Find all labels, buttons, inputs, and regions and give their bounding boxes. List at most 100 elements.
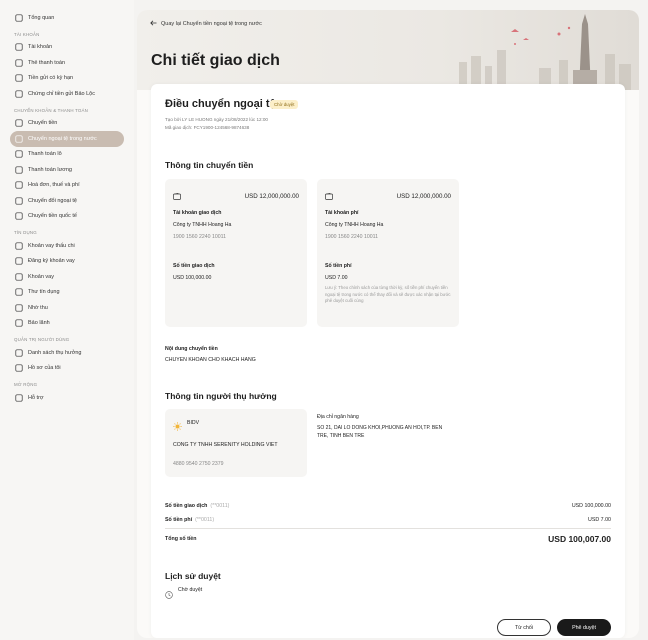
sidebar-item-label: Chuyển tiền xyxy=(28,120,58,127)
transfer-icon xyxy=(14,119,23,128)
wallet-icon xyxy=(325,187,333,205)
fee-amount: USD 7.00 xyxy=(325,275,348,281)
sidebar: Tổng quan TÀI KHOẢN Tài khoản Thẻ thanh toá… xyxy=(0,0,134,640)
sidebar-item[interactable]: Thanh toán lô xyxy=(12,147,128,163)
beneficiary-account-number: 4880 9540 2750 2379 xyxy=(173,461,224,467)
bank-address: SO 21, DAI LO DONG KHOI,PHUONG AN HOI,TP… xyxy=(317,425,443,439)
sidebar-section-heading: TÀI KHOẢN xyxy=(14,31,40,37)
beneficiary-heading: Thông tin người thụ hưởng xyxy=(165,391,277,401)
source-balance: USD 12,000,000.00 xyxy=(244,192,299,200)
sidebar-item-label: Nhờ thu xyxy=(28,304,48,311)
fee-amount-label: Số tiền phí xyxy=(325,263,352,269)
sidebar-item[interactable]: Thanh toán lương xyxy=(12,162,128,178)
summary-total-value: USD 100,007.00 xyxy=(548,534,611,544)
sidebar-item[interactable]: Hoá đơn, thuế và phí xyxy=(12,178,128,194)
sidebar-item[interactable]: Tài khoản xyxy=(12,40,128,56)
sidebar-item[interactable]: Bảo lãnh xyxy=(12,316,128,332)
sidebar-item[interactable]: Chứng chỉ tiền gửi Bảo Lộc xyxy=(12,86,128,102)
fee-account-label: Tài khoản phí xyxy=(325,210,359,216)
batch-icon xyxy=(14,150,23,159)
transfer-content-label: Nội dung chuyển tiền xyxy=(165,346,218,352)
sidebar-item[interactable]: Đăng ký khoản vay xyxy=(12,254,128,270)
sidebar-item[interactable]: Nhờ thu xyxy=(12,300,128,316)
beneficiary-icon xyxy=(14,348,23,357)
history-heading: Lịch sử duyệt xyxy=(165,571,221,581)
clock-icon xyxy=(165,586,173,604)
fee-account-number: 1900 1560 2240 10011 xyxy=(325,234,378,240)
sidebar-item[interactable]: Chuyển tiền xyxy=(12,116,128,132)
tx-amount-label: Số tiền giao dịch xyxy=(173,263,215,269)
summary-fee-label: Số tiền phí xyxy=(165,517,193,523)
summary-total-row: Tổng số tiền USD 100,007.00 xyxy=(165,534,611,544)
loan-icon xyxy=(14,272,23,281)
sidebar-item[interactable]: Chuyển tiền quốc tế xyxy=(12,209,128,225)
sidebar-item-label: Chuyển tiền quốc tế xyxy=(28,213,77,220)
sidebar-item-label: Chứng chỉ tiền gửi Bảo Lộc xyxy=(28,90,95,97)
deposit-icon xyxy=(14,74,23,83)
sidebar-item-label: Chuyển đổi ngoại tệ xyxy=(28,197,77,204)
sidebar-item[interactable]: Hồ sơ của tôi xyxy=(12,361,128,377)
bill-icon xyxy=(14,181,23,190)
arrow-left-icon xyxy=(150,20,157,28)
sidebar-item-label: Tổng quan xyxy=(28,14,55,21)
back-link[interactable]: Quay lại Chuyển tiền ngoại tệ trong nước xyxy=(150,20,262,28)
wallet-icon xyxy=(173,187,181,205)
summary-tx-label: Số tiền giao dịch xyxy=(165,503,208,509)
summary-divider xyxy=(165,528,611,529)
transfer-info-heading: Thông tin chuyển tiền xyxy=(165,160,254,170)
sidebar-item[interactable]: Chuyển đổi ngoại tệ xyxy=(12,193,128,209)
loan-register-icon xyxy=(14,257,23,266)
fee-account-card: USD 12,000,000.00 Tài khoản phí Công ty … xyxy=(317,179,459,327)
page-title: Chi tiết giao dịch xyxy=(151,52,280,69)
exchange-icon xyxy=(14,196,23,205)
summary-tx-value: USD 100,000.00 xyxy=(571,503,611,509)
sidebar-item-label: Thanh toán lô xyxy=(28,151,62,158)
bidv-logo-icon xyxy=(173,418,182,436)
sidebar-item-label: Tiền gửi có kỳ hạn xyxy=(28,75,74,82)
history-status: Chờ duyệt xyxy=(178,587,203,593)
sidebar-item[interactable]: Hỗ trợ xyxy=(12,390,128,406)
sidebar-section-heading: CHUYỂN KHOẢN & THANH TOÁN xyxy=(14,107,89,113)
summary-fee-row: Số tiền phí (**0011) USD 7.00 xyxy=(165,517,611,523)
sidebar-item[interactable]: Chuyển ngoại tệ trong nước xyxy=(10,131,124,147)
sidebar-item-label: Khoản vay thấu chi xyxy=(28,242,75,249)
transaction-title: Điều chuyển ngoại tệ xyxy=(165,98,276,110)
sidebar-section-heading: QUẢN TRỊ NGƯỜI DÙNG xyxy=(14,337,70,342)
sidebar-item-label: Hồ sơ của tôi xyxy=(28,365,61,372)
city-skyline-illustration xyxy=(459,14,631,90)
collection-icon xyxy=(14,303,23,312)
sidebar-item-label: Thư tín dụng xyxy=(28,289,60,296)
transfer-content-value: CHUYEN KHOAN CHO KHACH HANG xyxy=(165,357,256,363)
source-account-number: 1900 1560 2240 10011 xyxy=(173,234,226,240)
back-link-label: Quay lại Chuyển tiền ngoại tệ trong nước xyxy=(161,21,262,27)
sidebar-item[interactable]: Thư tín dụng xyxy=(12,285,128,301)
fee-balance: USD 12,000,000.00 xyxy=(396,192,451,200)
card-icon xyxy=(14,58,23,67)
status-badge: Chờ duyệt xyxy=(270,100,299,109)
sidebar-item[interactable]: Khoản vay thấu chi xyxy=(12,238,128,254)
bank-icon xyxy=(14,43,23,52)
reject-button[interactable]: Từ chối xyxy=(497,619,551,636)
payroll-icon xyxy=(14,165,23,174)
tx-amount: USD 100,000.00 xyxy=(173,275,212,281)
source-company: Công ty TNHH Hoang Ha xyxy=(173,222,232,228)
source-account-label: Tài khoản giao dịch xyxy=(173,210,222,216)
sidebar-item-label: Chuyển ngoại tệ trong nước xyxy=(28,135,97,142)
sidebar-section-heading: MỞ RỘNG xyxy=(14,382,38,387)
fee-company: Công ty TNHH Hoang Ha xyxy=(325,222,384,228)
bank-address-label: Địa chỉ ngân hàng xyxy=(317,414,359,420)
help-icon xyxy=(14,393,23,402)
approve-button[interactable]: Phê duyệt xyxy=(557,619,611,636)
foreign-transfer-icon xyxy=(14,134,23,143)
sidebar-item-label: Thẻ thanh toán xyxy=(28,59,66,66)
sidebar-item[interactable]: Thẻ thanh toán xyxy=(12,55,128,71)
sidebar-item[interactable]: Khoản vay xyxy=(12,269,128,285)
transaction-card: Điều chuyển ngoại tệ Chờ duyệt Tạo bởi L… xyxy=(151,84,625,638)
sidebar-item[interactable]: Tiền gửi có kỳ hạn xyxy=(12,71,128,87)
sidebar-item-label: Hỗ trợ xyxy=(28,394,44,401)
certificate-icon xyxy=(14,89,23,98)
sidebar-item[interactable]: Danh sách thụ hưởng xyxy=(12,345,128,361)
sidebar-item[interactable]: Tổng quan xyxy=(12,10,128,26)
summary-total-label: Tổng số tiền xyxy=(165,536,197,542)
overdraft-icon xyxy=(14,241,23,250)
